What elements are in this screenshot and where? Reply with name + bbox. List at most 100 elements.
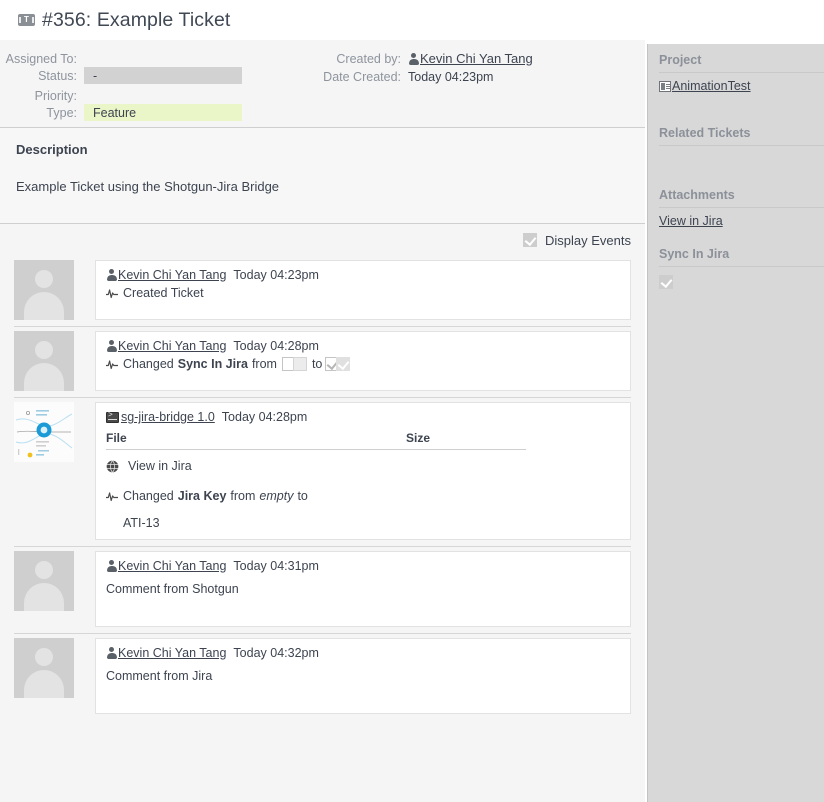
event-header: Kevin Chi Yan Tang Today 04:31pm <box>106 559 620 573</box>
pulse-icon <box>106 491 118 501</box>
pulse-icon <box>106 359 118 369</box>
fields-panel: Assigned To: Status: - Priority: Type: F… <box>0 40 645 128</box>
event-body: Kevin Chi Yan Tang Today 04:32pm Comment… <box>95 638 631 714</box>
event-item: Kevin Chi Yan Tang Today 04:23pm Created… <box>14 256 631 326</box>
created-by-value[interactable]: Kevin Chi Yan Tang <box>420 51 533 66</box>
event-list: Kevin Chi Yan Tang Today 04:23pm Created… <box>0 256 645 720</box>
attachment-table-header: File Size <box>106 431 526 450</box>
event-author[interactable]: Kevin Chi Yan Tang <box>118 646 226 660</box>
person-icon <box>408 52 419 65</box>
field-type: Type: Feature <box>0 104 242 121</box>
sync-in-jira-checkbox[interactable] <box>659 275 673 289</box>
field-priority: Priority: <box>0 87 84 104</box>
display-events-label: Display Events <box>545 232 631 248</box>
type-value[interactable]: Feature <box>84 104 242 121</box>
event-changed-prefix: Changed <box>123 489 174 503</box>
event-changed-prefix: Changed <box>123 357 174 371</box>
attachment-thumbnail[interactable] <box>14 402 74 462</box>
display-events-bar: Display Events <box>0 224 645 256</box>
event-author[interactable]: Kevin Chi Yan Tang <box>118 268 226 282</box>
script-icon <box>106 411 119 423</box>
sidebar-section-related-tickets: Related Tickets <box>659 117 824 146</box>
sidebar-section-project: Project <box>659 44 824 73</box>
event-body: Kevin Chi Yan Tang Today 04:23pm Created… <box>95 260 631 320</box>
event-from-value: empty <box>259 489 294 503</box>
event-from-label: from <box>251 357 277 371</box>
event-header: Kevin Chi Yan Tang Today 04:23pm <box>106 268 620 282</box>
event-author[interactable]: Kevin Chi Yan Tang <box>118 559 226 573</box>
event-header: Kevin Chi Yan Tang Today 04:28pm <box>106 339 620 353</box>
sidebar-project-name[interactable]: AnimationTest <box>672 79 751 93</box>
ticket-icon-letter: T <box>24 15 29 24</box>
event-comment: Comment from Shotgun <box>106 582 239 596</box>
event-to-value: ATI-13 <box>123 516 160 530</box>
right-sidebar: Project AnimationTest Related Tickets At… <box>647 44 824 802</box>
project-icon <box>659 80 671 92</box>
sidebar-item-attachment[interactable]: View in Jira <box>659 208 824 228</box>
status-value[interactable]: - <box>84 67 242 84</box>
event-author[interactable]: sg-jira-bridge 1.0 <box>121 410 215 424</box>
event-action-line: Changed Jira Key from empty to <box>106 489 620 503</box>
description-panel: Description Example Ticket using the Sho… <box>0 128 645 224</box>
person-icon <box>106 340 117 352</box>
event-body: Kevin Chi Yan Tang Today 04:31pm Comment… <box>95 551 631 627</box>
event-to-label: to <box>311 357 323 371</box>
event-action-line: Created Ticket <box>106 286 620 300</box>
event-comment: Comment from Jira <box>106 669 213 683</box>
checkbox-old-value-shadow <box>292 357 307 371</box>
priority-label: Priority: <box>34 88 77 103</box>
event-author[interactable]: Kevin Chi Yan Tang <box>118 339 226 353</box>
status-label: Status: <box>38 68 77 83</box>
description-body[interactable]: Example Ticket using the Shotgun-Jira Br… <box>16 179 629 194</box>
attachment-file-name[interactable]: View in Jira <box>128 459 192 473</box>
sidebar-item-project[interactable]: AnimationTest <box>659 73 824 93</box>
avatar <box>14 638 74 698</box>
person-icon <box>106 647 117 659</box>
event-to-label: to <box>297 489 308 503</box>
event-header: sg-jira-bridge 1.0 Today 04:28pm <box>106 410 620 424</box>
avatar <box>14 260 74 320</box>
event-body: Kevin Chi Yan Tang Today 04:28pm Changed… <box>95 331 631 391</box>
sidebar-section-sync-in-jira: Sync In Jira <box>659 238 824 267</box>
main-content: Assigned To: Status: - Priority: Type: F… <box>0 40 645 802</box>
sidebar-sync-in-jira-row <box>659 267 824 292</box>
table-row[interactable]: View in Jira <box>106 450 526 473</box>
attachment-table: File Size View in Jira <box>106 431 526 473</box>
checkbox-new-value-shadow <box>336 357 351 371</box>
description-heading: Description <box>16 142 88 157</box>
page-title: #356: Example Ticket <box>42 8 231 31</box>
person-icon <box>106 560 117 572</box>
pulse-icon <box>106 288 118 298</box>
column-header-size: Size <box>406 431 431 445</box>
sidebar-attachment-link[interactable]: View in Jira <box>659 214 723 228</box>
event-from-label: from <box>230 489 256 503</box>
type-label: Type: <box>46 105 77 120</box>
event-action: Created Ticket <box>123 286 204 300</box>
ticket-detail-page: T #356: Example Ticket Assigned To: Stat… <box>0 0 824 802</box>
title-bar: T #356: Example Ticket <box>0 0 824 40</box>
column-header-file: File <box>106 431 127 445</box>
event-body: sg-jira-bridge 1.0 Today 04:28pm File Si… <box>95 402 631 540</box>
ticket-icon: T <box>18 14 35 26</box>
event-time: Today 04:32pm <box>233 646 319 660</box>
field-date-created: Date Created: Today 04:23pm <box>318 68 493 85</box>
avatar <box>14 551 74 611</box>
event-item: sg-jira-bridge 1.0 Today 04:28pm File Si… <box>14 397 631 546</box>
event-field-name: Sync In Jira <box>177 357 248 371</box>
display-events-checkbox[interactable] <box>523 233 538 247</box>
event-item: Kevin Chi Yan Tang Today 04:32pm Comment… <box>14 633 631 720</box>
event-time: Today 04:31pm <box>233 559 319 573</box>
field-assigned-to: Assigned To: <box>0 50 84 67</box>
assigned-to-label: Assigned To: <box>5 51 77 66</box>
diagram-thumbnail-graphic <box>14 402 74 462</box>
event-time: Today 04:28pm <box>233 339 319 353</box>
avatar <box>14 331 74 391</box>
created-by-label: Created by: <box>336 51 401 66</box>
event-time: Today 04:28pm <box>221 410 308 424</box>
event-item: Kevin Chi Yan Tang Today 04:31pm Comment… <box>14 546 631 633</box>
sidebar-section-attachments: Attachments <box>659 179 824 208</box>
globe-icon <box>106 459 119 473</box>
